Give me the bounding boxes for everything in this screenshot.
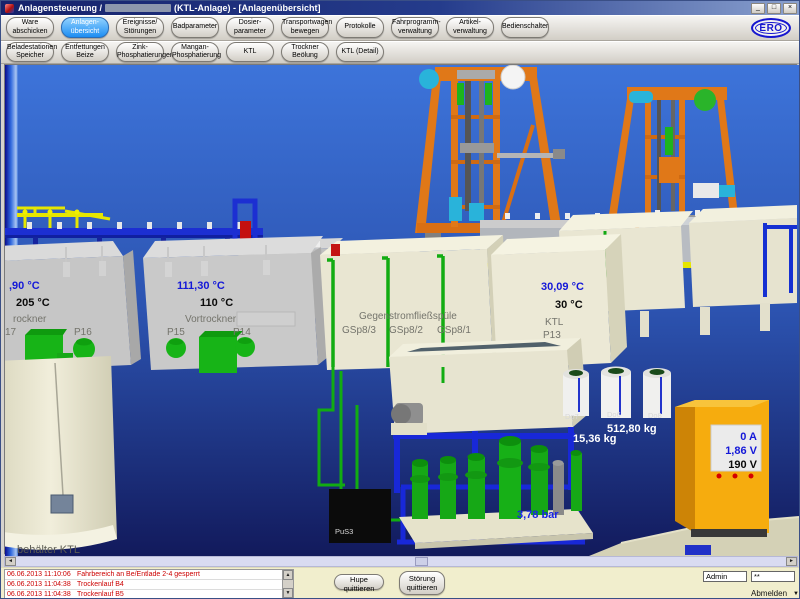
btn-ware-abschicken[interactable]: Ware abschicken [6,17,54,38]
close-button[interactable]: × [783,3,797,14]
gsp-sub2: GSp8/2 [389,325,423,336]
ktl-temp-actual: 30,09 °C [541,281,584,293]
btn-artikel-verwaltung[interactable]: Artikel- verwaltung [446,17,494,38]
ktl-temp-target: 30 °C [555,299,583,311]
logout-dropdown-icon[interactable]: ▼ [793,591,799,597]
btn-zink-phosphatierungen[interactable]: Zink- Phosphatierungen [116,42,164,62]
btn-dosier-parameter[interactable]: Dosier- parameter [226,17,274,38]
gsp-label: Gegenstromfließspüle [359,311,457,322]
btn-entfettungen-beize[interactable]: Entfettungen Beize [61,42,109,62]
title-redacted-block [105,4,171,12]
vortrockner-pump-b: P14 [233,327,251,338]
log-entry-message: Trockenlauf B5 [77,590,124,598]
log-vertical-scrollbar[interactable]: ▲ ▼ [282,570,293,598]
toolbar-row1: Ware abschicken Anlagen- übersicht Ereig… [1,15,799,41]
log-entry[interactable]: 06.06.2013 11:04:38 Trockenlauf B5 [5,590,282,598]
window-title-prefix: Anlagensteuerung / [18,3,102,13]
storage-cylinder[interactable]: behälter KTL [5,353,117,556]
trockner-temp-actual: ,90 °C [9,280,40,292]
gsp-sub1: GSp8/3 [342,325,376,336]
logout-label: Abmelden [751,589,787,598]
btn-transportwagen-bewegen[interactable]: Transportwagen bewegen [281,17,329,38]
log-entry-time: 06.06.2013 11:04:38 [5,580,77,589]
btn-beladestationen-speicher[interactable]: Beladestationen Speicher [6,42,54,62]
app-icon [5,4,14,13]
log-entry-message: Fahrbereich an Be/Entlade 2-4 gesperrt [77,570,200,579]
scrollbar-thumb[interactable] [415,557,428,566]
log-entry[interactable]: 06.06.2013 11:10:06 Fahrbereich an Be/En… [5,570,282,580]
pus3-box[interactable]: PuS3 [329,489,391,543]
ero-logo: ERO [751,18,791,38]
password-field[interactable] [751,571,795,582]
user-field[interactable] [703,571,747,582]
btn-fahrprogramm-verwaltung[interactable]: Fahrprogramm- verwaltung [391,17,439,38]
scroll-down-icon[interactable]: ▼ [283,588,293,598]
vortrockner-label: Vortrockner [185,314,237,325]
btn-bedienschalter[interactable]: Bedienschalter [501,17,549,38]
titlebar: Anlagensteuerung / (KTL-Anlage) - [Anlag… [1,1,799,15]
drum3-label: Do8 [648,411,662,420]
app-window: Anlagensteuerung / (KTL-Anlage) - [Anlag… [0,0,800,599]
btn-ereignisse-stoerungen[interactable]: Ereignisse/ Störungen [116,17,164,38]
gsp-sub3: GSp8/1 [437,325,471,336]
log-entry[interactable]: 06.06.2013 11:04:38 Trockenlauf B4 [5,580,282,590]
rectifier-current: 0 A [740,431,757,443]
minimize-button[interactable]: _ [751,3,765,14]
dosing-drums[interactable]: Do7 Do6 Do8 512,80 kg 15,36 kg [563,367,671,446]
log-entry-time: 06.06.2013 11:10:06 [5,570,77,579]
rectifier-voltage-actual: 1,86 V [725,445,757,457]
plant-3d-view[interactable]: ,90 °C 205 °C rockner 17 P16 111,30 °C 1… [4,64,798,555]
drum2-label: Do6 [607,410,621,419]
vortrockner-pump-a: P15 [167,327,185,338]
window-title-suffix: (KTL-Anlage) - [Anlagenübersicht] [174,3,321,13]
drum1-label: Do7 [565,412,579,421]
ktl-label: KTL [545,317,564,328]
hupe-quittieren-button[interactable]: Hupe quittieren [334,574,384,590]
event-log[interactable]: 06.06.2013 11:10:06 Fahrbereich an Be/En… [4,569,294,599]
log-entry-message: Trockenlauf B4 [77,580,124,589]
trockner-pump-a: 17 [5,327,17,338]
rectifier-voltage-target: 190 V [728,459,757,471]
toolbar-row2: Beladestationen Speicher Entfettungen Be… [1,41,799,64]
btn-mangan-phosphatierung[interactable]: Mangan- Phosphatierung [171,42,219,62]
scroll-left-icon[interactable]: ◄ [5,557,16,566]
btn-ktl-detail[interactable]: KTL (Detail) [336,42,384,62]
drum-weight2: 15,36 kg [573,433,616,445]
btn-protokolle[interactable]: Protokolle [336,17,384,38]
trockner-label: rockner [13,314,47,325]
vortrockner-temp-target: 110 °C [200,297,233,309]
bottom-panel: 06.06.2013 11:10:06 Fahrbereich an Be/En… [1,567,800,599]
scroll-up-icon[interactable]: ▲ [283,570,293,580]
trockner-temp-target: 205 °C [16,297,50,309]
trockner-pump-b: P16 [74,327,92,338]
btn-anlagen-uebersicht[interactable]: Anlagen- übersicht [61,17,109,38]
storage-label: behälter KTL [17,544,80,556]
btn-ktl[interactable]: KTL [226,42,274,62]
window-controls: _ □ × [751,3,797,14]
logout-control[interactable]: Abmelden ▼ [751,589,799,598]
horizontal-scrollbar[interactable]: ◄ ► [4,556,798,567]
vortrockner-tank[interactable]: 111,30 °C 110 °C Vortrockner P15 P14 [143,236,328,373]
window-title: Anlagensteuerung / (KTL-Anlage) - [Anlag… [18,3,321,13]
scene-svg[interactable]: ,90 °C 205 °C rockner 17 P16 111,30 °C 1… [5,65,799,556]
pus3-label: PuS3 [335,527,353,536]
stoerung-quittieren-button[interactable]: Störung quittieren [399,571,445,595]
pump-pressure: 3,78 bar [517,509,559,521]
event-log-rows: 06.06.2013 11:10:06 Fahrbereich an Be/En… [5,570,282,598]
vortrockner-temp-actual: 111,30 °C [177,280,225,292]
log-entry-time: 06.06.2013 11:04:38 [5,590,77,598]
rectifier-cabinet[interactable]: 0 A 1,86 V 190 V [675,400,769,537]
btn-badparameter[interactable]: Badparameter [171,17,219,38]
restore-button[interactable]: □ [767,3,781,14]
btn-trockner-beoelung[interactable]: Trockner Beölung [281,42,329,62]
scroll-right-icon[interactable]: ► [786,557,797,566]
